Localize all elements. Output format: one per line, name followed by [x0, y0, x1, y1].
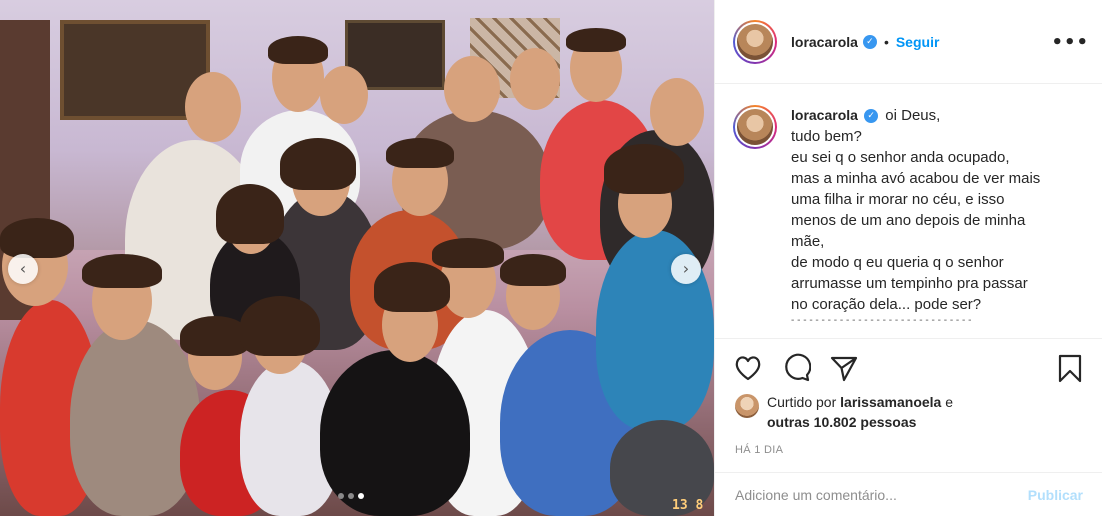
caption-line: - - - - - - - - - - - - - - - - - - - - …: [791, 315, 972, 326]
verified-badge-icon: ✓: [864, 109, 879, 124]
caption-line: arrumasse um tempinho pra passar: [791, 275, 1028, 292]
verified-badge-icon: ✓: [862, 34, 877, 49]
comment-icon[interactable]: [781, 353, 811, 383]
liker-username[interactable]: larissamanoela: [840, 394, 941, 410]
carousel-dot: [348, 493, 354, 499]
carousel-prev-button[interactable]: ‹: [8, 254, 38, 284]
post-caption: loracarola ✓ oi Deus, tudo bem? eu sei q…: [733, 105, 1088, 337]
carousel-indicator: [338, 493, 364, 499]
author-info: loracarola ✓ • Seguir: [791, 34, 939, 50]
caption-avatar-image: [735, 107, 775, 147]
carousel-dot: [358, 493, 364, 499]
caption-line: de modo q eu queria q o senhor: [791, 254, 1004, 271]
likes-joiner: e: [945, 394, 954, 410]
chevron-right-icon: ›: [682, 259, 690, 278]
follow-button[interactable]: Seguir: [896, 34, 940, 50]
author-avatar-image: [735, 21, 775, 62]
caption-username-row: loracarola ✓ oi Deus,: [791, 107, 940, 124]
publish-button[interactable]: Publicar: [1028, 487, 1083, 503]
caption-line: no coração dela... pode ser?: [791, 296, 982, 313]
post-viewer: ‹ › 13 8 loracarola ✓ • Seguir ••• lorac…: [0, 0, 1102, 516]
author-username[interactable]: loracarola: [791, 34, 858, 50]
carousel-dot: [338, 493, 344, 499]
post-sidebar: loracarola ✓ • Seguir ••• loracarola ✓ o…: [714, 0, 1102, 516]
caption-avatar[interactable]: [733, 105, 777, 149]
follow-separator: •: [883, 33, 889, 50]
photo-date-stamp: 13 8: [672, 498, 704, 513]
caption-text: loracarola ✓ oi Deus, tudo bem? eu sei q…: [791, 105, 1040, 337]
caption-line: tudo bem?: [791, 128, 862, 145]
caption-line: menos de um ano depois de minha: [791, 212, 1026, 229]
liker-avatar[interactable]: [735, 394, 759, 418]
caption-line: mas a minha avó acabou de ver mais: [791, 170, 1041, 187]
caption-username[interactable]: loracarola: [791, 107, 858, 123]
heart-icon[interactable]: [733, 353, 763, 383]
post-header: loracarola ✓ • Seguir •••: [715, 0, 1102, 84]
post-timestamp[interactable]: HÁ 1 DIA: [735, 444, 783, 456]
likes-text: Curtido por larissamanoela e outras 10.8…: [767, 392, 953, 432]
comment-input[interactable]: [735, 486, 1028, 503]
caption-line: uma filha ir morar no céu, e isso: [791, 191, 1005, 208]
chevron-left-icon: ‹: [19, 259, 27, 278]
bookmark-icon[interactable]: [1055, 353, 1085, 383]
likes-others-link[interactable]: outras 10.802 pessoas: [767, 414, 916, 430]
likes-summary: Curtido por larissamanoela e outras 10.8…: [735, 392, 1095, 432]
carousel-next-button[interactable]: ›: [671, 254, 701, 284]
author-avatar[interactable]: [733, 19, 777, 64]
caption-line: eu sei q o senhor anda ocupado,: [791, 149, 1010, 166]
caption-line: mãe,: [791, 233, 825, 250]
likes-prefix: Curtido por: [767, 394, 837, 410]
caption-line: oi Deus,: [885, 107, 941, 124]
paper-plane-icon[interactable]: [829, 353, 859, 383]
comment-form: Publicar: [715, 472, 1102, 516]
action-bar: [715, 338, 1102, 396]
more-options-icon[interactable]: •••: [1051, 32, 1089, 53]
post-photo[interactable]: ‹ › 13 8: [0, 0, 714, 516]
